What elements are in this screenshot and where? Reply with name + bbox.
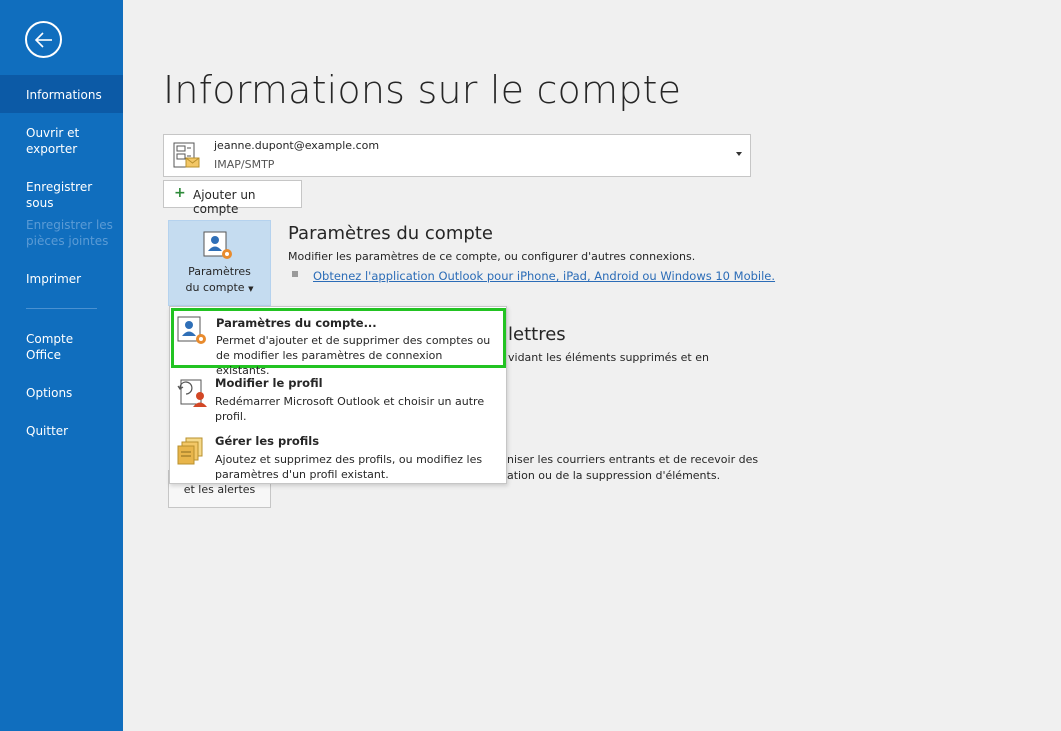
sidebar-item-office-account[interactable]: Compte Office [0, 331, 123, 363]
outlook-mobile-link[interactable]: Obtenez l'application Outlook pour iPhon… [313, 269, 775, 283]
mailbox-section-title: lettres [508, 324, 566, 345]
sidebar-item-quit[interactable]: Quitter [0, 423, 123, 439]
page-title: Informations sur le compte [163, 68, 682, 112]
menu-item-description: Redémarrer Microsoft Outlook et choisir … [215, 395, 485, 423]
account-settings-tile-label-1: Paramètres [188, 265, 251, 278]
sidebar-item-save-attachments: Enregistrer les pièces jointes [26, 218, 113, 248]
menu-item-change-profile[interactable]: Modifier le profil Redémarrer Microsoft … [170, 369, 506, 427]
account-type: IMAP/SMTP [214, 158, 275, 171]
chevron-down-icon [736, 152, 742, 156]
account-settings-tile-label-2: du compte ▼ [185, 281, 254, 294]
manage-profiles-icon [177, 437, 203, 465]
arrow-left-icon [34, 32, 52, 48]
account-settings-tile[interactable]: Paramètres du compte ▼ [168, 220, 271, 306]
back-button[interactable] [25, 21, 62, 58]
account-envelope-icon [173, 142, 200, 168]
mailbox-section-text: vidant les éléments supprimés et en [508, 351, 709, 364]
change-profile-icon [177, 379, 207, 407]
menu-item-title: Paramètres du compte... [216, 316, 377, 330]
rules-section-text-1: niser les courriers entrants et de recev… [507, 453, 759, 466]
sidebar-divider [26, 308, 97, 309]
sidebar-item-open-export[interactable]: Ouvrir et exporter [0, 125, 123, 157]
backstage-sidebar: Informations Ouvrir et exporter Enregist… [0, 0, 123, 731]
sidebar-item-print[interactable]: Imprimer [0, 271, 123, 287]
menu-item-manage-profiles[interactable]: Gérer les profils Ajoutez et supprimez d… [170, 427, 506, 485]
account-selector[interactable]: jeanne.dupont@example.com IMAP/SMTP [163, 134, 751, 177]
rules-section-text-2: ation ou de la suppression d'éléments. [507, 469, 721, 482]
account-settings-description: Modifier les paramètres de ce compte, ou… [288, 250, 696, 263]
sidebar-item-save-as[interactable]: Enregistrer sous [0, 179, 123, 211]
add-account-button[interactable]: + Ajouter un compte [163, 180, 302, 216]
sidebar-item-informations[interactable]: Informations [0, 75, 123, 113]
menu-item-account-settings[interactable]: Paramètres du compte... Permet d'ajouter… [171, 308, 506, 377]
account-email: jeanne.dupont@example.com [214, 139, 380, 152]
menu-item-title: Modifier le profil [215, 376, 323, 390]
menu-item-title: Gérer les profils [215, 434, 320, 448]
plus-icon: + [174, 185, 186, 201]
account-settings-icon [203, 231, 232, 259]
sidebar-item-options[interactable]: Options [0, 385, 123, 401]
add-account-label: Ajouter un compte [193, 188, 256, 216]
caret-down-icon: ▼ [248, 285, 254, 293]
account-settings-title: Paramètres du compte [288, 223, 493, 244]
menu-item-description: Ajoutez et supprimez des profils, ou mod… [215, 453, 483, 481]
bullet-icon [292, 271, 298, 277]
account-settings-icon [177, 316, 206, 344]
account-settings-menu: Paramètres du compte... Permet d'ajouter… [169, 306, 507, 484]
